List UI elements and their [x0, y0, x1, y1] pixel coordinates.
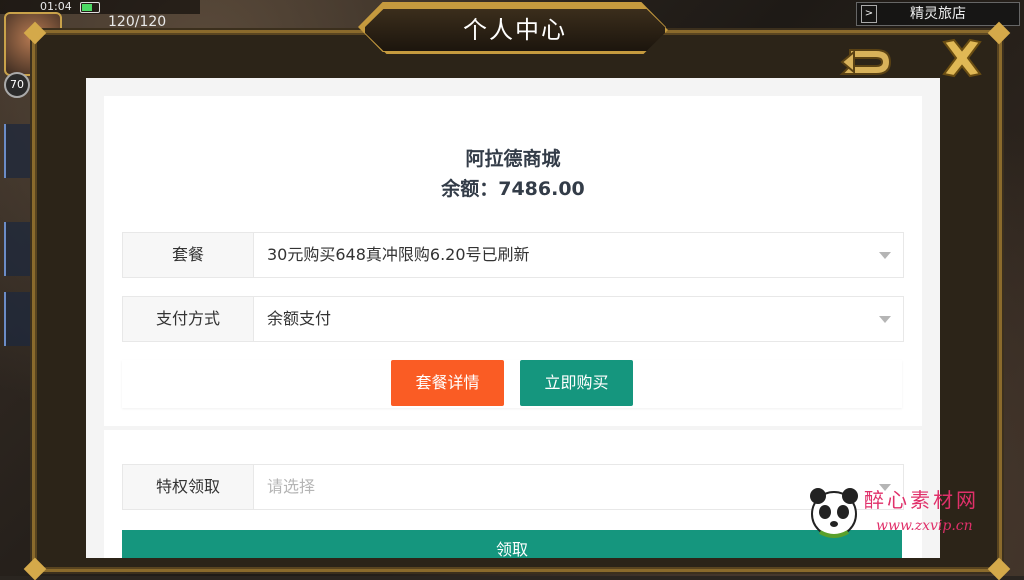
privilege-card: 特权领取 请选择 领取	[104, 430, 922, 558]
close-button[interactable]	[938, 34, 986, 82]
privilege-label: 特权领取	[123, 465, 254, 509]
action-button-bar: 套餐详情 立即购买	[122, 360, 902, 408]
battery-icon	[80, 2, 100, 13]
payment-label: 支付方式	[123, 297, 254, 341]
back-button[interactable]	[836, 40, 896, 80]
buy-now-button[interactable]: 立即购买	[520, 360, 633, 406]
shop-name: 阿拉德商城	[465, 148, 561, 170]
close-icon	[942, 38, 982, 78]
payment-value: 余额支付	[267, 309, 332, 328]
panda-logo-icon	[810, 488, 858, 538]
level-badge: 70	[4, 72, 30, 98]
purchase-card: 阿拉德商城 余额：7486.00 套餐 30元购买648真冲限购6.20号已刷新…	[104, 96, 922, 426]
return-arrow-icon	[839, 49, 892, 75]
privilege-select[interactable]: 特权领取 请选择	[122, 464, 904, 510]
watermark-title: 醉心素材网	[864, 488, 979, 512]
package-details-button[interactable]: 套餐详情	[391, 360, 504, 406]
privilege-placeholder: 请选择	[267, 477, 316, 496]
inn-label-text: 精灵旅店	[910, 6, 966, 22]
arrow-right-icon: >	[861, 5, 877, 23]
modal-title: 个人中心	[362, 6, 668, 54]
energy-counter: 120/120	[108, 14, 167, 30]
inn-button[interactable]: > 精灵旅店	[856, 2, 1020, 26]
balance-display: 余额：7486.00	[441, 178, 585, 200]
chevron-down-icon	[879, 252, 891, 259]
payment-method-select[interactable]: 支付方式 余额支付	[122, 296, 904, 342]
watermark: 醉心素材网 www.zxvip.cn	[806, 484, 1016, 544]
package-value: 30元购买648真冲限购6.20号已刷新	[267, 245, 530, 264]
package-select[interactable]: 套餐 30元购买648真冲限购6.20号已刷新	[122, 232, 904, 278]
chevron-down-icon	[879, 316, 891, 323]
package-label: 套餐	[123, 233, 254, 277]
claim-button[interactable]: 领取	[122, 530, 902, 558]
watermark-url: www.zxvip.cn	[876, 518, 973, 534]
